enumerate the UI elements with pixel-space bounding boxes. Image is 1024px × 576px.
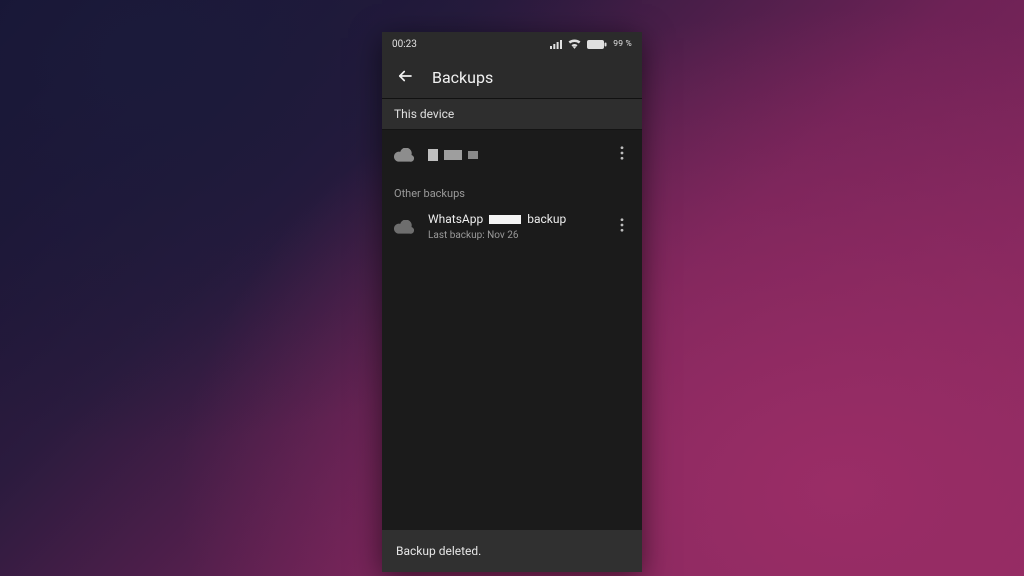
page-title: Backups bbox=[432, 68, 493, 87]
app-bar: Backups bbox=[382, 56, 642, 99]
arrow-left-icon bbox=[396, 73, 414, 88]
device-backup-row[interactable] bbox=[382, 130, 642, 179]
row-overflow-button[interactable] bbox=[614, 140, 630, 169]
name-prefix: WhatsApp bbox=[428, 212, 483, 228]
section-other-backups: Other backups bbox=[382, 179, 642, 202]
status-clock: 00:23 bbox=[392, 39, 417, 50]
redacted-text bbox=[444, 150, 462, 160]
backup-list: Other backups WhatsApp backup Last backu… bbox=[382, 130, 642, 530]
battery-icon bbox=[587, 40, 607, 49]
back-button[interactable] bbox=[392, 63, 418, 92]
more-vert-icon bbox=[620, 220, 624, 235]
other-backup-row[interactable]: WhatsApp backup Last backup: Nov 26 bbox=[382, 202, 642, 252]
redacted-text bbox=[489, 215, 521, 224]
section-this-device: This device bbox=[382, 99, 642, 130]
battery-percent: 99 % bbox=[613, 39, 632, 49]
name-suffix: backup bbox=[527, 212, 566, 228]
snackbar-text: Backup deleted. bbox=[396, 544, 481, 558]
cloud-icon bbox=[394, 145, 414, 165]
cell-signal-icon bbox=[550, 40, 562, 49]
redacted-text bbox=[428, 149, 438, 161]
other-backup-subtitle: Last backup: Nov 26 bbox=[428, 229, 600, 242]
redacted-text bbox=[468, 151, 478, 159]
cloud-icon bbox=[394, 217, 414, 237]
wallpaper: 00:23 99 % Backups bbox=[0, 0, 1024, 576]
phone-frame: 00:23 99 % Backups bbox=[382, 32, 642, 572]
other-backup-name: WhatsApp backup bbox=[428, 212, 600, 228]
more-vert-icon bbox=[620, 148, 624, 163]
status-indicators: 99 % bbox=[550, 39, 632, 49]
device-backup-name bbox=[428, 149, 600, 161]
row-overflow-button[interactable] bbox=[614, 212, 630, 241]
snackbar: Backup deleted. bbox=[382, 530, 642, 572]
wifi-icon bbox=[568, 39, 581, 49]
status-bar: 00:23 99 % bbox=[382, 32, 642, 56]
